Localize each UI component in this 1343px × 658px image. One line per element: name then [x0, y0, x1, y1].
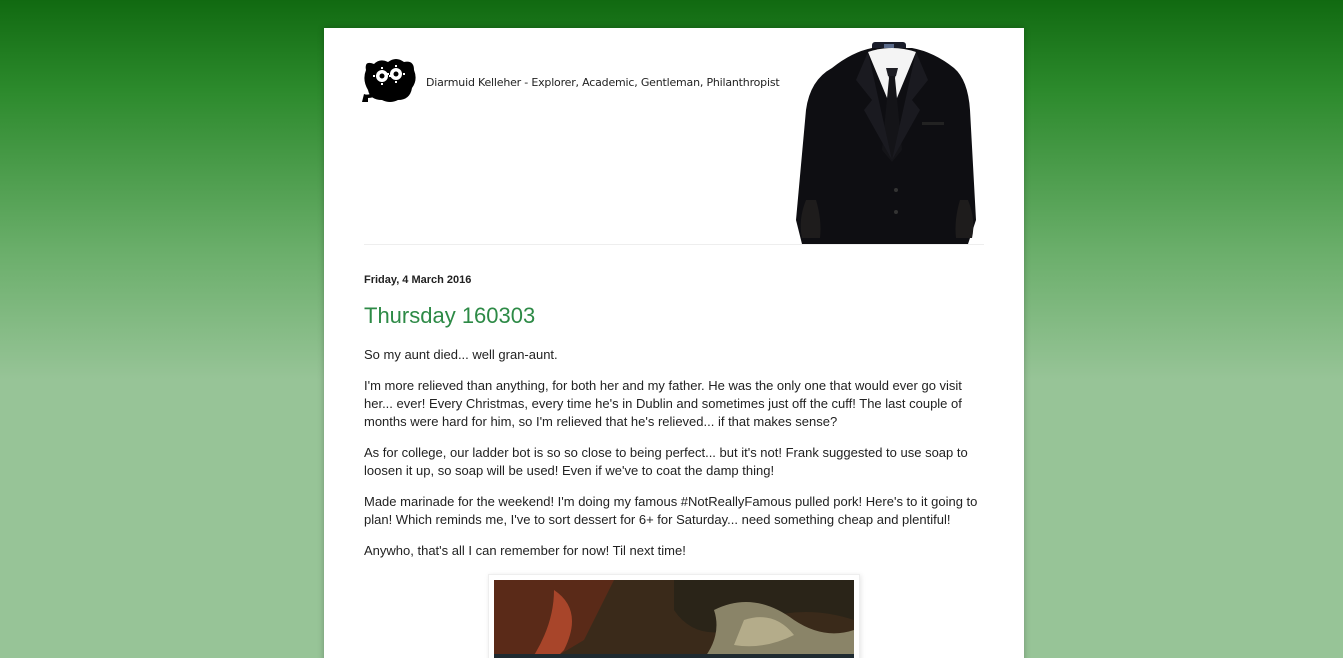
post-title[interactable]: Thursday 160303	[364, 303, 535, 329]
post-date-header: Friday, 4 March 2016	[364, 274, 472, 286]
post-photo-frame[interactable]	[488, 574, 860, 658]
blog-tagline: Diarmuid Kelleher - Explorer, Academic, …	[426, 76, 780, 89]
post-paragraph: I'm more relieved than anything, for bot…	[364, 378, 962, 429]
post-paragraph: Anywho, that's all I can remember for no…	[364, 543, 686, 558]
post-paragraph: As for college, our ladder bot is so so …	[364, 445, 968, 478]
blog-page: Diarmuid Kelleher - Explorer, Academic, …	[324, 28, 1024, 658]
photo-content	[494, 580, 854, 658]
post-body: So my aunt died... well gran-aunt. I'm m…	[364, 346, 984, 573]
post-paragraph: Made marinade for the weekend! I'm doing…	[364, 494, 978, 527]
post-photo[interactable]	[494, 580, 854, 658]
blog-header: Diarmuid Kelleher - Explorer, Academic, …	[362, 28, 984, 245]
headless-suit-image	[796, 42, 976, 244]
post-paragraph: So my aunt died... well gran-aunt.	[364, 347, 558, 362]
gear-creature-logo-icon[interactable]	[358, 56, 420, 106]
